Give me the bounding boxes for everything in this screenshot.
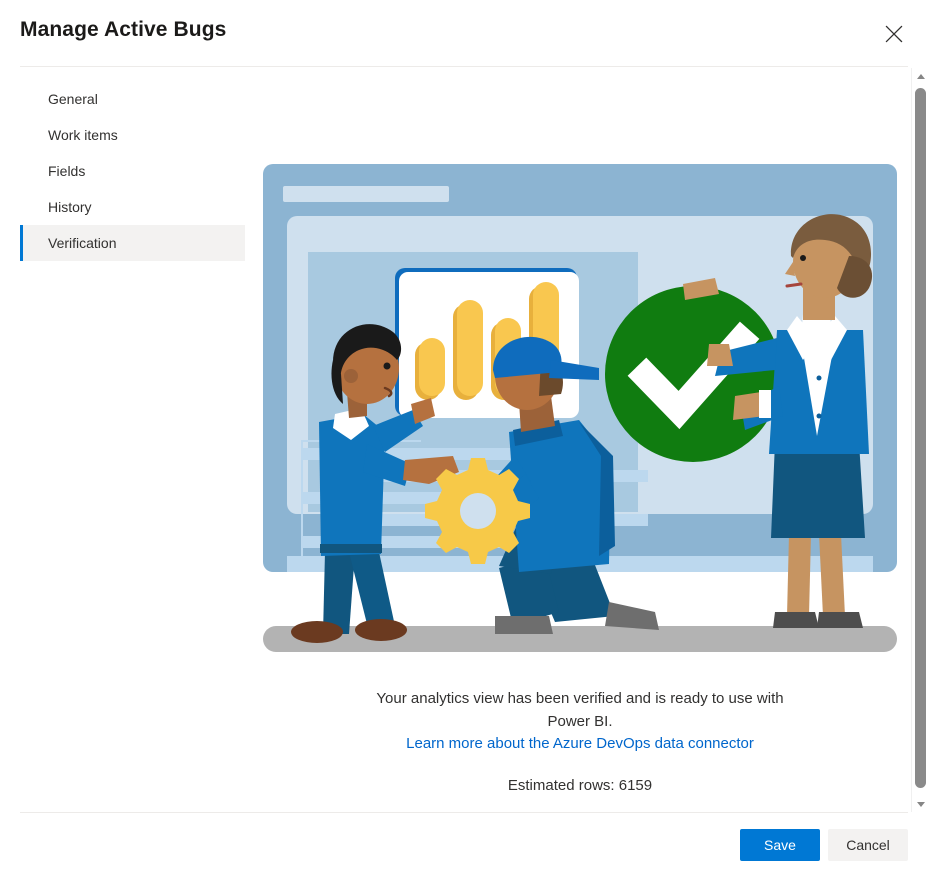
scroll-down-button[interactable] (912, 796, 928, 813)
sidebar-item-fields[interactable]: Fields (20, 153, 245, 189)
sidebar-item-label: History (48, 199, 92, 215)
verification-message-block: Your analytics view has been verified an… (263, 687, 897, 794)
footer-button-group: Save Cancel (740, 829, 908, 861)
chevron-down-icon (916, 802, 925, 807)
sidebar-item-verification[interactable]: Verification (20, 225, 245, 261)
scroll-up-button[interactable] (912, 68, 928, 85)
close-icon (884, 24, 904, 44)
close-button[interactable] (874, 14, 914, 54)
sidebar-item-label: Work items (48, 127, 118, 143)
sidebar-item-work-items[interactable]: Work items (20, 117, 245, 153)
verification-success-illustration (263, 164, 897, 656)
sidebar-item-label: General (48, 91, 98, 107)
sidebar-item-label: Verification (48, 235, 117, 251)
settings-nav: General Work items Fields History Verifi… (20, 81, 245, 261)
save-button[interactable]: Save (740, 829, 820, 861)
chevron-up-icon (916, 74, 925, 79)
dialog-header: Manage Active Bugs (0, 0, 928, 67)
dialog-footer: Save Cancel (0, 812, 928, 872)
scrollbar-thumb[interactable] (915, 88, 926, 788)
verified-message: Your analytics view has been verified an… (376, 690, 784, 730)
sidebar-item-general[interactable]: General (20, 81, 245, 117)
vertical-scrollbar[interactable] (911, 68, 928, 813)
dialog-body: General Work items Fields History Verifi… (0, 67, 928, 811)
page-title: Manage Active Bugs (20, 18, 227, 41)
manage-active-bugs-dialog: Manage Active Bugs General Work items Fi… (0, 0, 928, 872)
sidebar-item-label: Fields (48, 163, 86, 179)
selection-accent-bar (20, 225, 23, 261)
verification-content: Your analytics view has been verified an… (245, 67, 905, 811)
cancel-button[interactable]: Cancel (828, 829, 908, 861)
sidebar-item-history[interactable]: History (20, 189, 245, 225)
learn-more-link[interactable]: Learn more about the Azure DevOps data c… (406, 735, 754, 752)
footer-divider (20, 812, 908, 813)
estimated-rows-label: Estimated rows: 6159 (507, 777, 653, 794)
